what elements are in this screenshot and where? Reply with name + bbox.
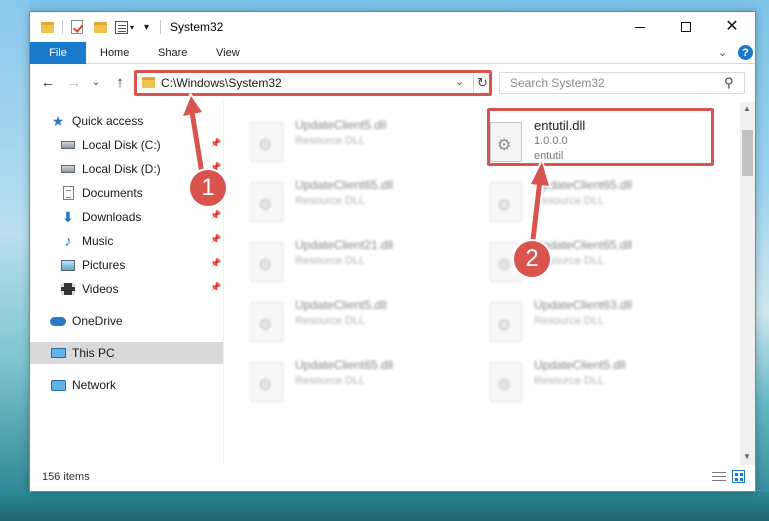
step-1-badge: 1 — [188, 168, 228, 208]
annotation-arrows — [180, 92, 552, 253]
arrow-2-icon — [527, 158, 552, 253]
step-2-badge: 2 — [512, 239, 552, 279]
